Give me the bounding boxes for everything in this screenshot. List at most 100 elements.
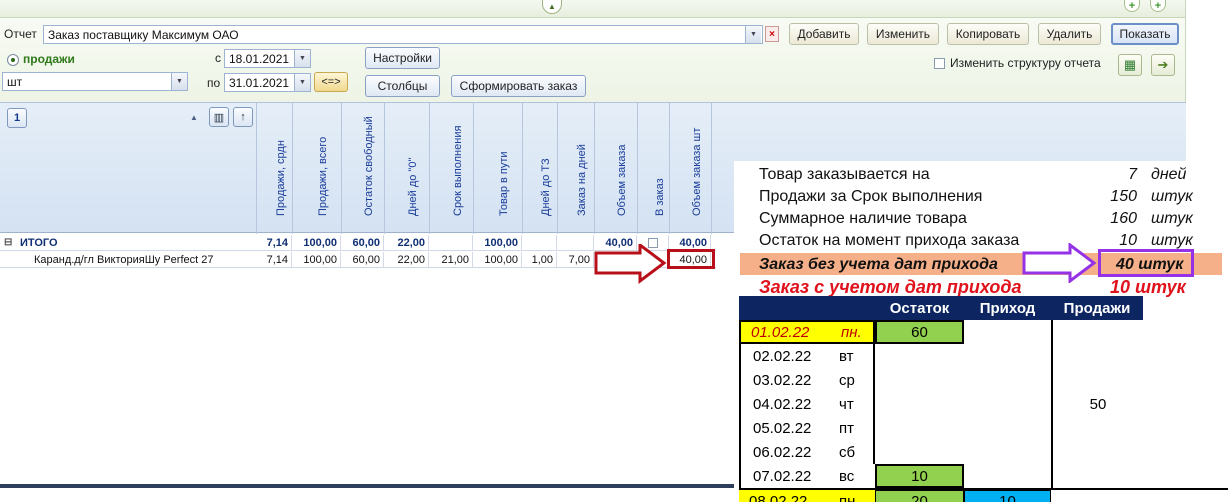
line-unit: штук: [1151, 188, 1193, 205]
col-header-label: Остаток свободный: [363, 116, 375, 216]
row-date: 01.02.22: [751, 323, 810, 341]
show-button[interactable]: Показать: [1111, 23, 1179, 45]
from-label: с: [215, 51, 221, 65]
col-header-in-transit[interactable]: Товар в пути: [473, 103, 522, 234]
col-header-sales-total[interactable]: Продажи, всего: [292, 103, 341, 234]
clear-report-icon[interactable]: ×: [765, 26, 779, 42]
cell: 100,00: [292, 252, 341, 268]
table-border: [739, 320, 741, 500]
col-header-label: Дней до ТЗ: [540, 158, 552, 216]
cell: [522, 235, 557, 251]
order-with-dates-text: Заказ с учетом дат прихода: [759, 277, 1022, 297]
table-row: 02.02.22 вт: [739, 344, 875, 368]
change-structure-checkbox[interactable]: [934, 58, 945, 69]
highlight-box: [667, 249, 715, 269]
order-with-dates-value: 10 штук: [1110, 277, 1186, 297]
col-header-to-order[interactable]: В заказ: [637, 103, 669, 234]
col-header-days-to-zero[interactable]: Дней до "0": [384, 103, 429, 234]
line-value: 10: [1119, 232, 1137, 249]
row-date: 03.02.22: [753, 371, 812, 389]
line-text: Товар заказывается на: [759, 166, 930, 183]
table-header-blank: [739, 296, 875, 320]
edit-button[interactable]: Изменить: [867, 23, 939, 45]
line-unit: штук: [1151, 210, 1193, 227]
row-day: пт: [839, 419, 854, 437]
cell: 1,00: [522, 252, 557, 268]
stock-cell: 60: [875, 320, 964, 344]
copy-button[interactable]: Копировать: [947, 23, 1029, 45]
row-date: 08.02.22: [749, 492, 808, 502]
row-date: 06.02.22: [753, 443, 812, 461]
cell: 100,00: [473, 235, 522, 251]
row-day: вт: [839, 347, 854, 365]
header-stock: Остаток: [875, 296, 964, 320]
report-select[interactable]: Заказ поставщику Максимум ОАО: [43, 25, 763, 44]
row-day: пн: [839, 492, 856, 502]
cell: 21,00: [429, 252, 473, 268]
table-row: 07.02.22 вс: [739, 464, 875, 488]
excel-export-icon[interactable]: ▦: [1118, 54, 1142, 76]
period-shift-button[interactable]: <=>: [314, 72, 348, 92]
col-header-lead-time[interactable]: Срок выполнения: [429, 103, 473, 234]
expand-icon[interactable]: ⊟: [4, 235, 12, 251]
to-label: по: [207, 76, 221, 90]
unit-select[interactable]: шт: [2, 72, 188, 91]
explanation-line: Товар заказывается на 7 дней: [759, 164, 1219, 186]
row-day: чт: [839, 395, 854, 413]
col-header-label: Продажи, срдн: [274, 140, 287, 216]
settings-button[interactable]: Настройки: [365, 47, 440, 69]
header-sales: Продажи: [1051, 296, 1143, 320]
col-header-label: Срок выполнения: [451, 125, 464, 216]
line-value: 150: [1110, 188, 1137, 205]
sort-up-icon[interactable]: ▲: [190, 113, 198, 122]
row-date: 07.02.22: [753, 467, 812, 485]
total-row-name: ИТОГО: [20, 237, 58, 249]
table-row: 06.02.22 сб: [739, 440, 875, 464]
make-order-button[interactable]: Сформировать заказ: [451, 75, 586, 97]
row-day: ср: [839, 371, 855, 389]
cell: 60,00: [341, 235, 384, 251]
add-button[interactable]: Добавить: [789, 23, 859, 45]
col-header-days-to-tz[interactable]: Дней до ТЗ: [522, 103, 557, 234]
sales-radio[interactable]: [7, 54, 19, 66]
purple-highlight-box: [1098, 249, 1194, 277]
arrow-export-icon[interactable]: ➔: [1151, 54, 1175, 76]
table-row: 05.02.22 пт: [739, 416, 875, 440]
row-day: пн.: [841, 323, 862, 341]
row-day: вс: [839, 467, 855, 485]
sort-ascending-icon[interactable]: ↑: [233, 107, 253, 127]
col-header-order-days[interactable]: Заказ на дней: [557, 103, 594, 234]
col-header-sales-avg[interactable]: Продажи, срдн: [256, 103, 292, 234]
columns-chooser-icon[interactable]: ▥: [209, 107, 229, 127]
plus-icon[interactable]: +: [1150, 0, 1166, 12]
unit-dropdown-icon[interactable]: ▼: [171, 73, 187, 90]
columns-button[interactable]: Столбцы: [365, 75, 440, 97]
delete-button[interactable]: Удалить: [1038, 23, 1101, 45]
line-text: Суммарное наличие товара: [759, 210, 967, 227]
collapse-panel-button[interactable]: ▲: [542, 0, 562, 14]
col-header-order-volume[interactable]: Объем заказа: [594, 103, 637, 234]
row-day: сб: [839, 443, 856, 461]
col-header-label: Объем заказа шт: [690, 127, 703, 216]
col-header-order-volume-pcs[interactable]: Объем заказа шт: [669, 103, 711, 234]
cell: 100,00: [292, 235, 341, 251]
table-row: 04.02.22 чт: [739, 392, 875, 416]
cell: [429, 235, 473, 251]
stock-cell: 20: [875, 490, 964, 502]
row-date: 02.02.22: [753, 347, 812, 365]
date-from-dropdown-icon[interactable]: ▼: [294, 50, 310, 67]
highlight-text: Заказ без учета дат прихода: [759, 256, 998, 273]
report-dropdown-icon[interactable]: ▼: [745, 26, 761, 43]
table-row: 08.02.22 пн: [739, 490, 875, 502]
col-header-stock-free[interactable]: Остаток свободный: [341, 103, 384, 234]
table-row: 01.02.22 пн.: [739, 320, 875, 344]
add-icon[interactable]: +: [1124, 0, 1140, 12]
explanation-line: Продажи за Срок выполнения 150 штук: [759, 186, 1219, 208]
group-level-button[interactable]: 1: [7, 108, 27, 128]
purple-arrow-icon: [1022, 243, 1097, 283]
col-header-label: Товар в пути: [498, 151, 510, 216]
cell: 7,14: [256, 235, 292, 251]
date-to-dropdown-icon[interactable]: ▼: [294, 74, 310, 91]
line-unit: штук: [1151, 232, 1193, 249]
cell: 22,00: [384, 235, 429, 251]
